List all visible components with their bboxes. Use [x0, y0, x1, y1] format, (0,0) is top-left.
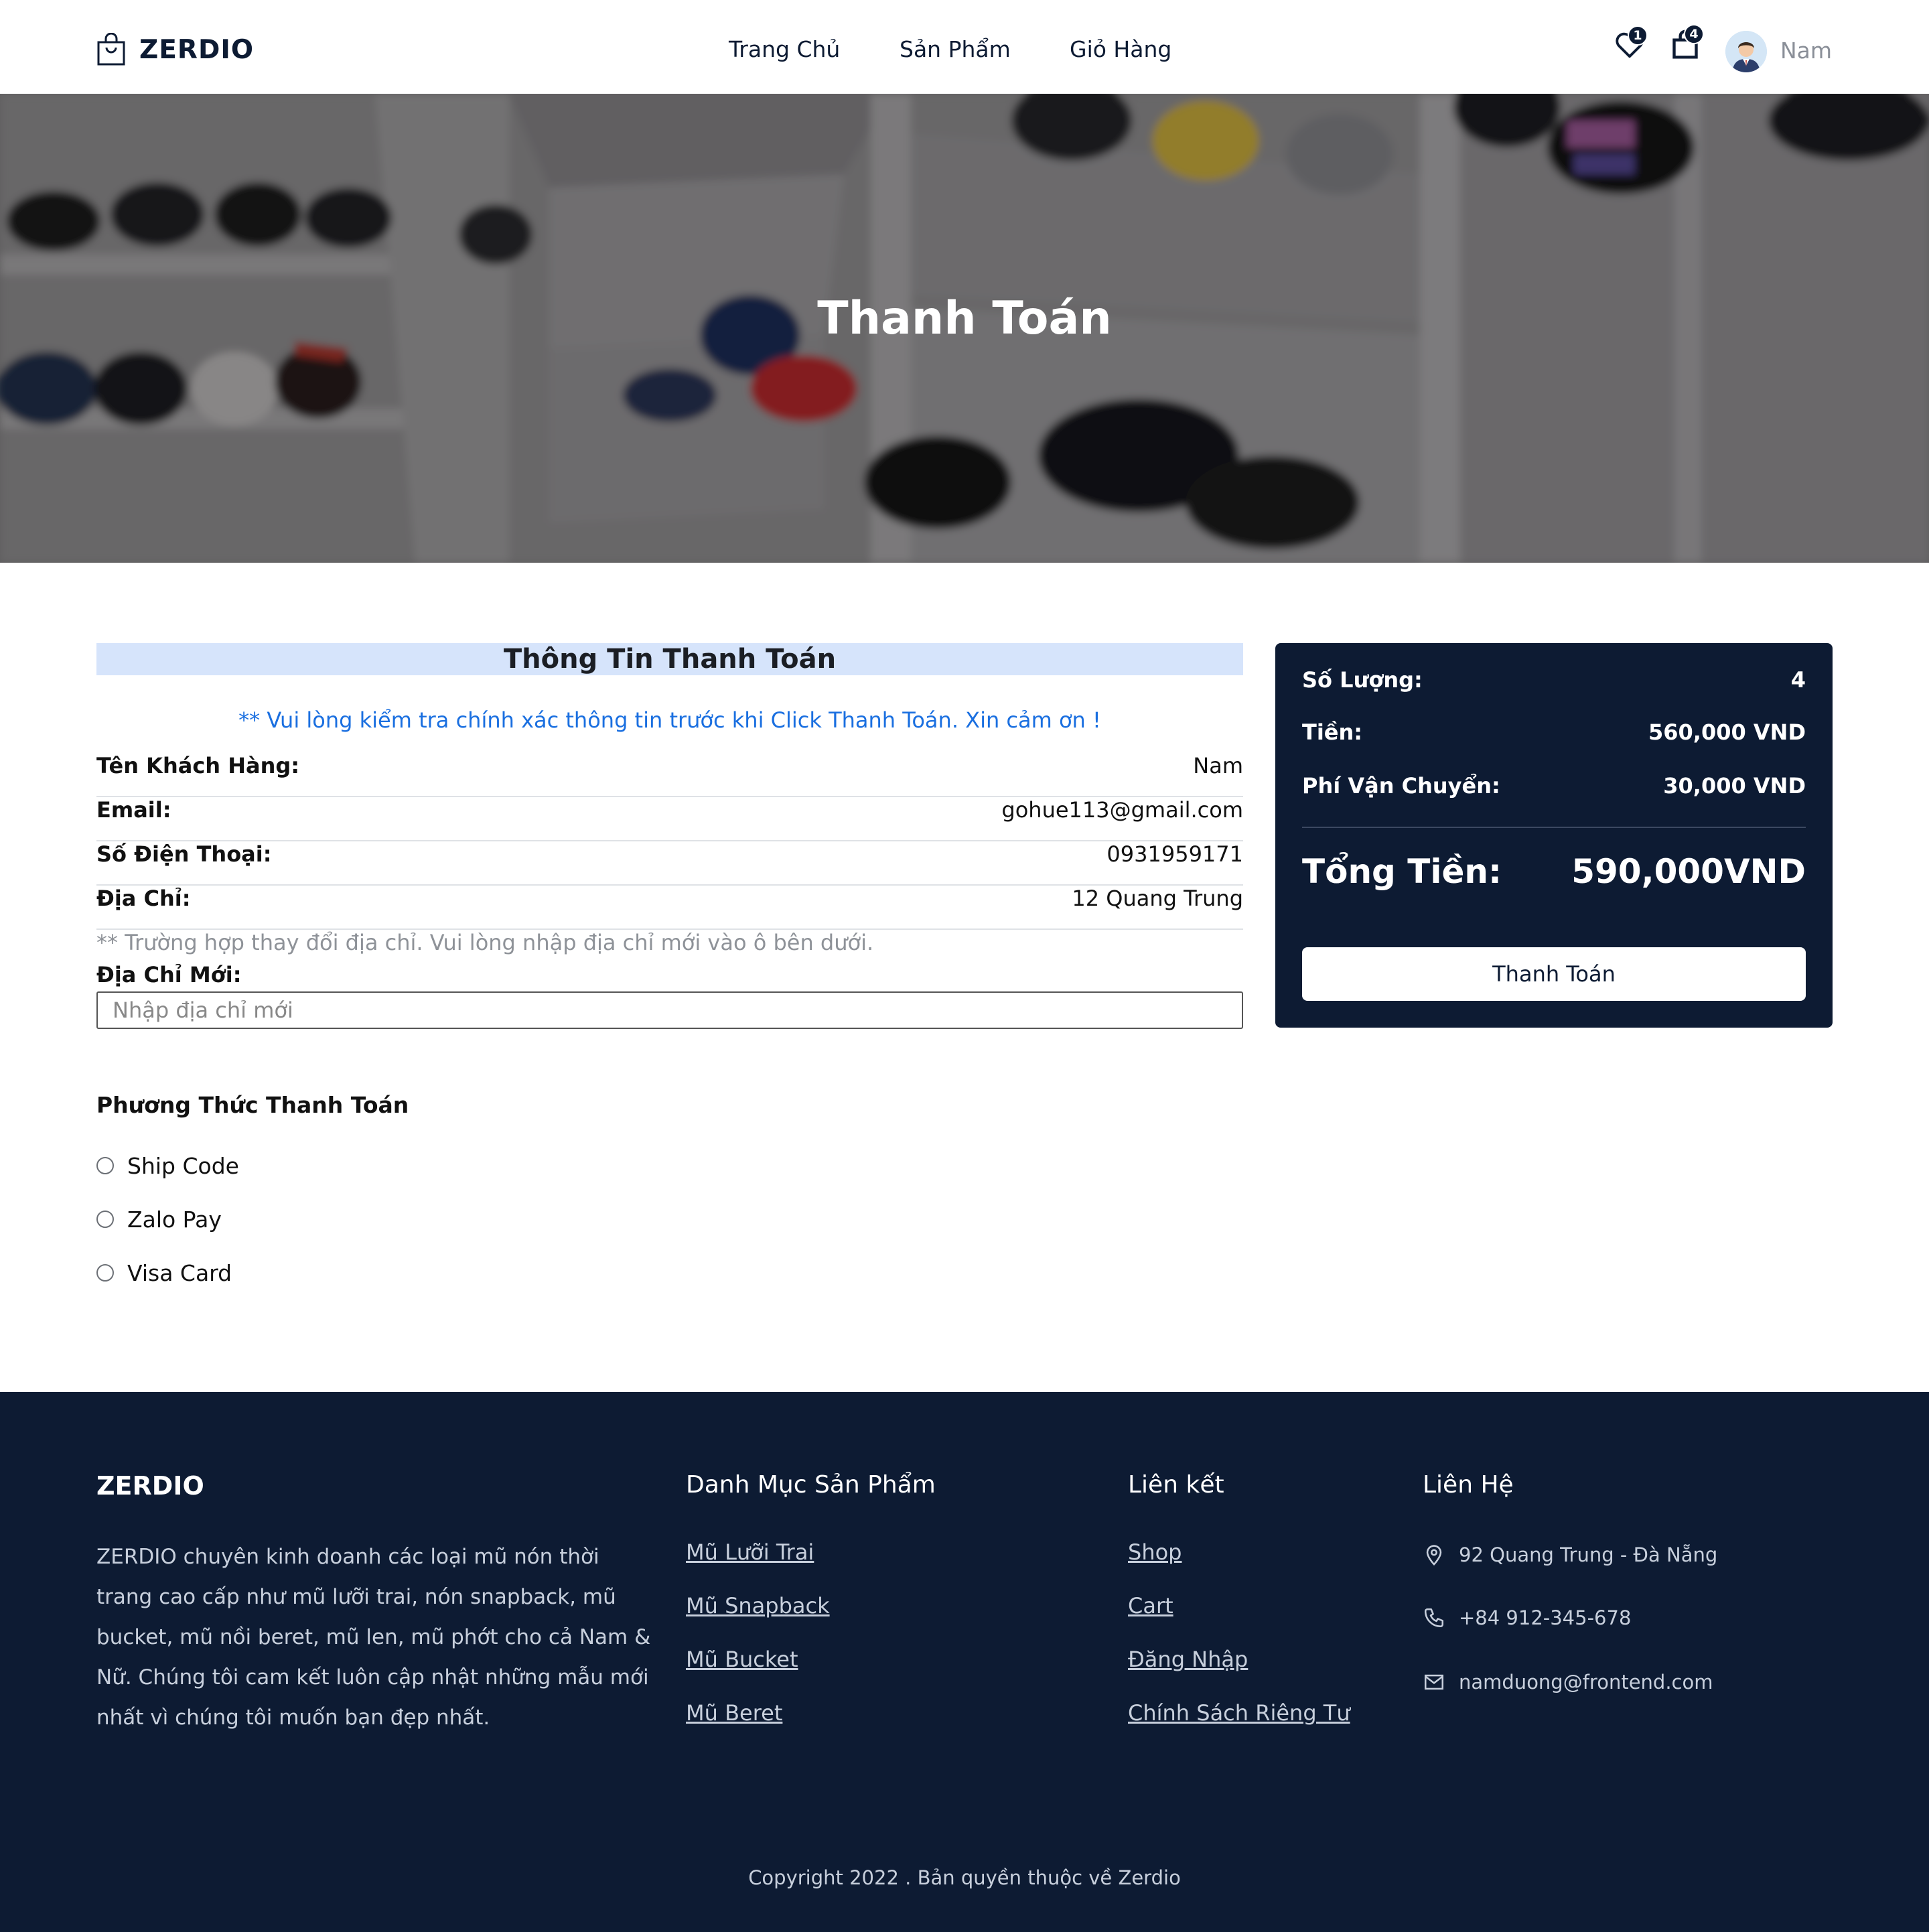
info-label: Tên Khách Hàng: [96, 753, 300, 778]
mail-icon [1424, 1674, 1444, 1690]
summary-label: Số Lượng: [1302, 667, 1423, 693]
contact-address-text: 92 Quang Trung - Đà Nẵng [1459, 1543, 1718, 1566]
info-row-email: Email: gohue113@gmail.com [96, 797, 1243, 841]
summary-label: Tiền: [1302, 719, 1363, 745]
new-address-input[interactable] [96, 991, 1243, 1029]
site-header: ZERDIO Trang Chủ Sản Phẩm Giỏ Hàng 1 4 N… [0, 0, 1929, 94]
info-row-address: Địa Chỉ: 12 Quang Trung [96, 886, 1243, 930]
summary-value: 4 [1790, 667, 1806, 693]
info-label: Số Điện Thoại: [96, 841, 272, 867]
hero-banner: Thanh Toán [0, 94, 1929, 563]
wishlist-count-badge: 1 [1628, 25, 1648, 46]
map-pin-icon [1426, 1545, 1442, 1566]
total-value: 590,000VND [1571, 852, 1806, 891]
summary-divider [1302, 827, 1806, 828]
info-value: Nam [1193, 753, 1243, 778]
radio-label: Ship Code [127, 1152, 239, 1179]
footer-category-link[interactable]: Mũ Lưỡi Trai [686, 1539, 814, 1565]
contact-phone-text: +84 912-345-678 [1459, 1606, 1632, 1629]
radio-button[interactable] [96, 1211, 114, 1228]
footer-categories-title: Danh Mục Sản Phẩm [686, 1471, 936, 1499]
payment-method-title: Phương Thức Thanh Toán [96, 1092, 409, 1118]
info-label: Địa Chỉ: [96, 886, 191, 911]
footer-brand: ZERDIO [96, 1471, 204, 1501]
shopping-bag-icon [97, 33, 125, 66]
footer-contact-email[interactable]: namduong@frontend.com [1423, 1671, 1713, 1694]
logo[interactable]: ZERDIO [96, 31, 254, 68]
footer-contact-title: Liên Hệ [1423, 1471, 1514, 1499]
payment-option-ship-code[interactable]: Ship Code [96, 1151, 239, 1180]
username[interactable]: Nam [1780, 38, 1832, 64]
page-title: Thanh Toán [817, 292, 1112, 345]
footer-category-link[interactable]: Mũ Bucket [686, 1647, 798, 1672]
info-row-phone: Số Điện Thoại: 0931959171 [96, 841, 1243, 886]
billing-notice: ** Vui lòng kiểm tra chính xác thông tin… [238, 707, 1101, 733]
summary-value: 30,000 VND [1663, 773, 1806, 799]
billing-section-title: Thông Tin Thanh Toán [96, 643, 1243, 675]
nav-home[interactable]: Trang Chủ [729, 36, 840, 67]
contact-email-text: namduong@frontend.com [1459, 1671, 1713, 1694]
cart-count-badge: 4 [1684, 24, 1704, 44]
new-address-label: Địa Chỉ Mới: [96, 962, 242, 987]
footer-link-shop[interactable]: Shop [1128, 1539, 1182, 1565]
total-label: Tổng Tiền: [1302, 852, 1502, 891]
cart-button[interactable]: 4 [1670, 24, 1704, 63]
copyright: Copyright 2022 . Bản quyền thuộc về Zerd… [748, 1866, 1181, 1889]
summary-label: Phí Vận Chuyển: [1302, 773, 1500, 799]
summary-value: 560,000 VND [1648, 719, 1806, 745]
user-avatar-icon [1725, 31, 1767, 72]
info-value: gohue113@gmail.com [1001, 797, 1243, 823]
footer-link-privacy[interactable]: Chính Sách Riêng Tư [1128, 1700, 1350, 1726]
info-value: 12 Quang Trung [1072, 886, 1243, 911]
footer-contact-address: 92 Quang Trung - Đà Nẵng [1423, 1543, 1717, 1566]
footer-link-login[interactable]: Đăng Nhập [1128, 1647, 1248, 1672]
order-summary: Số Lượng: 4 Tiền: 560,000 VND Phí Vận Ch… [1275, 643, 1833, 1028]
phone-icon [1424, 1608, 1444, 1628]
footer-category-link[interactable]: Mũ Snapback [686, 1593, 830, 1618]
info-row-name: Tên Khách Hàng: Nam [96, 753, 1243, 797]
radio-button[interactable] [96, 1157, 114, 1174]
checkout-button[interactable]: Thanh Toán [1302, 947, 1806, 1001]
nav-products[interactable]: Sản Phẩm [900, 36, 1011, 62]
wishlist-button[interactable]: 1 [1614, 25, 1648, 63]
nav-cart[interactable]: Giỏ Hàng [1070, 36, 1171, 62]
info-label: Email: [96, 797, 171, 823]
payment-option-zalo-pay[interactable]: Zalo Pay [96, 1204, 222, 1234]
footer-description: ZERDIO chuyên kinh doanh các loại mũ nón… [96, 1545, 651, 1730]
info-value: 0931959171 [1106, 841, 1243, 867]
radio-label: Zalo Pay [127, 1206, 222, 1233]
radio-label: Visa Card [127, 1259, 232, 1286]
logo-text: ZERDIO [139, 34, 254, 65]
payment-option-visa-card[interactable]: Visa Card [96, 1258, 232, 1288]
footer-link-cart[interactable]: Cart [1128, 1593, 1173, 1618]
avatar[interactable] [1725, 31, 1767, 72]
radio-button[interactable] [96, 1264, 114, 1282]
site-footer: ZERDIO ZERDIO chuyên kinh doanh các loại… [0, 1392, 1929, 1932]
footer-links-title: Liên kết [1128, 1471, 1224, 1499]
footer-contact-phone[interactable]: +84 912-345-678 [1423, 1606, 1631, 1629]
address-change-hint: ** Trường hợp thay đổi địa chỉ. Vui lòng… [96, 930, 874, 955]
footer-category-link[interactable]: Mũ Beret [686, 1700, 782, 1726]
